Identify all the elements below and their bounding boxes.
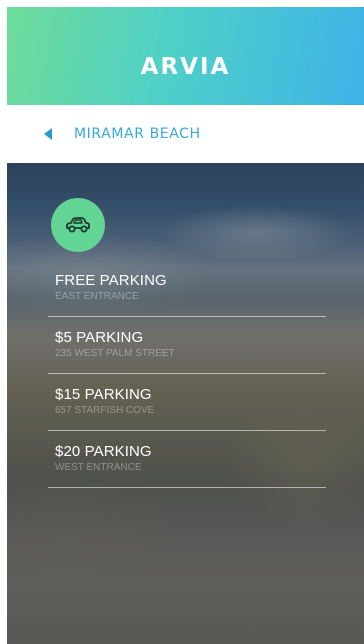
nav-title: MIRAMAR BEACH — [74, 126, 201, 142]
car-icon — [66, 217, 90, 233]
parking-item-free[interactable]: FREE PARKING EAST ENTRANCE — [48, 263, 326, 317]
back-button[interactable]: MIRAMAR BEACH — [7, 105, 201, 163]
parking-location: WEST ENTRANCE — [55, 462, 142, 473]
parking-name: FREE PARKING — [55, 272, 167, 289]
parking-name: $15 PARKING — [55, 386, 152, 403]
background-image: FREE PARKING EAST ENTRANCE $5 PARKING 23… — [7, 163, 364, 644]
parking-name: $5 PARKING — [55, 329, 144, 346]
car-badge — [51, 198, 105, 252]
phone-screen: ARVIA MIRAMAR BEACH FREE PARKING EAST EN… — [0, 0, 364, 644]
parking-location: 235 WEST PALM STREET — [55, 348, 175, 359]
nav-bar: MIRAMAR BEACH — [7, 105, 364, 163]
parking-location: 657 STARFISH COVE — [55, 405, 155, 416]
parking-item-20[interactable]: $20 PARKING WEST ENTRANCE — [48, 431, 326, 488]
parking-name: $20 PARKING — [55, 443, 152, 460]
parking-list: FREE PARKING EAST ENTRANCE $5 PARKING 23… — [48, 263, 326, 488]
back-arrow-icon — [44, 128, 52, 140]
app-title: ARVIA — [140, 54, 231, 80]
app-header: ARVIA — [7, 7, 364, 105]
parking-item-15[interactable]: $15 PARKING 657 STARFISH COVE — [48, 374, 326, 431]
parking-item-5[interactable]: $5 PARKING 235 WEST PALM STREET — [48, 317, 326, 374]
parking-location: EAST ENTRANCE — [55, 291, 139, 302]
